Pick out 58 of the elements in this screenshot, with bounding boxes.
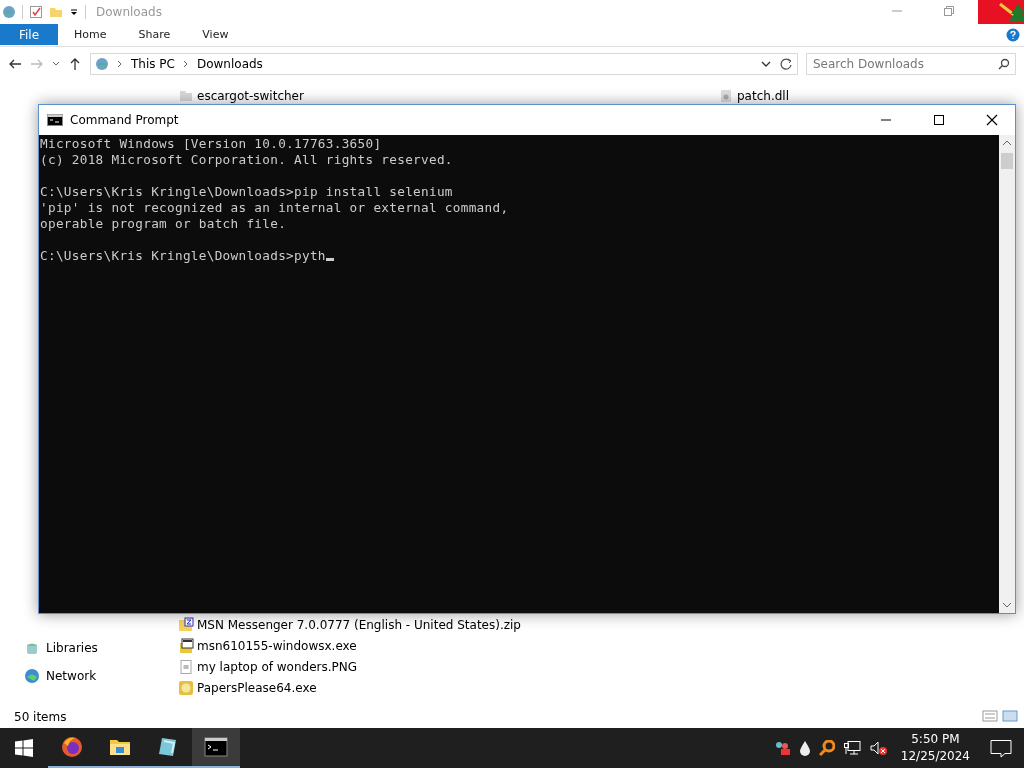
clock[interactable]: 5:50 PM 12/25/2024 <box>894 731 976 765</box>
window-title: Command Prompt <box>70 113 179 127</box>
properties-icon[interactable] <box>29 5 43 19</box>
address-bar[interactable]: This PC Downloads <box>90 53 798 75</box>
droplet-icon[interactable] <box>798 740 811 756</box>
file-menu-tab[interactable]: File <box>0 24 59 45</box>
console-line: C:\Users\Kris Kringle\Downloads>pyth <box>40 248 326 263</box>
windows-start-icon[interactable] <box>15 739 33 757</box>
scroll-down-icon[interactable] <box>1002 601 1012 609</box>
zip-file-icon[interactable] <box>178 616 194 633</box>
console-line: Microsoft Windows [Version 10.0.17763.3650] <box>40 136 382 151</box>
ribbon-tab[interactable]: View <box>186 24 245 46</box>
dropdown-caret-icon[interactable] <box>761 59 771 69</box>
terminal-icon <box>47 114 63 126</box>
maximize-icon[interactable] <box>933 114 945 126</box>
breadcrumb[interactable]: This PC <box>131 57 175 71</box>
tree-icon[interactable] <box>998 0 1024 24</box>
dropdown-icon[interactable] <box>69 7 79 17</box>
console-line: 'pip' is not recognized as an internal or external command, <box>40 200 509 215</box>
refresh-icon[interactable] <box>779 57 793 71</box>
scrollbar[interactable] <box>999 135 1015 613</box>
file-name[interactable]: MSN Messenger 7.0.0777 (English - United States).zip <box>197 617 521 632</box>
search-field[interactable]: Search Downloads <box>806 53 1016 75</box>
nav-item[interactable]: Libraries <box>46 641 98 655</box>
ribbon-tab[interactable]: Home <box>58 24 123 46</box>
view-toggle-icon[interactable] <box>982 709 1018 722</box>
magnifier-icon[interactable] <box>818 740 835 756</box>
scroll-thumb[interactable] <box>1001 153 1013 169</box>
breadcrumb[interactable]: Downloads <box>196 57 263 71</box>
search-icon[interactable] <box>998 58 1010 70</box>
muted-speaker-icon[interactable] <box>868 740 887 756</box>
console-line: operable program or batch file. <box>40 216 287 231</box>
file-name[interactable]: my laptop of wonders.PNG <box>197 659 358 674</box>
ribbon-tab[interactable]: Share <box>122 24 187 46</box>
terminal-icon <box>204 735 228 759</box>
exe-file-icon[interactable] <box>178 637 194 654</box>
item-count: 50 items <box>14 710 67 724</box>
firefox-icon <box>60 735 84 759</box>
network-icon[interactable] <box>842 740 861 756</box>
restore-icon[interactable] <box>943 4 955 17</box>
file-name[interactable]: msn610155-windowsx.exe <box>197 638 357 653</box>
file-name[interactable]: escargot-switcher <box>197 88 304 103</box>
file-name[interactable]: PapersPlease64.exe <box>197 680 317 695</box>
chevron-icon <box>182 60 189 68</box>
help-icon[interactable] <box>1006 28 1020 42</box>
scroll-up-icon[interactable] <box>1002 139 1012 147</box>
file-name[interactable]: patch.dll <box>737 88 789 103</box>
console-line: C:\Users\Kris Kringle\Downloads>pip install selenium <box>40 184 453 199</box>
nav-item[interactable]: Network <box>46 669 97 683</box>
window-title: Downloads <box>96 5 162 19</box>
back-arrow-icon[interactable] <box>8 57 22 71</box>
chevron-icon <box>117 60 123 68</box>
globe-icon[interactable] <box>2 5 16 19</box>
taskbar-app[interactable] <box>192 728 240 768</box>
up-arrow-icon[interactable] <box>68 57 82 71</box>
close-icon[interactable] <box>986 114 998 126</box>
dll-file-icon[interactable] <box>718 87 734 104</box>
console-line: (c) 2018 Microsoft Corporation. All rights reserved. <box>40 152 453 167</box>
